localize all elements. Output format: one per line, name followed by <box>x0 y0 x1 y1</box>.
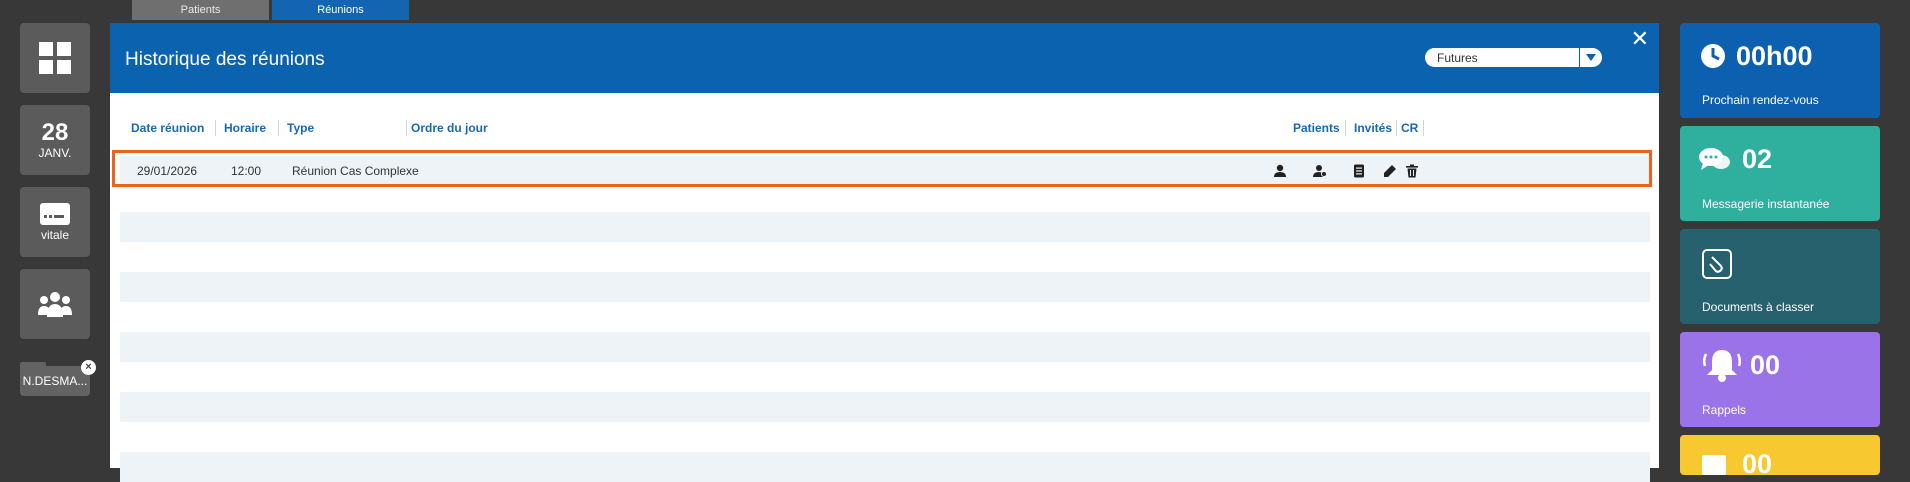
col-cr[interactable]: CR <box>1401 120 1424 136</box>
documents-label: Documents à classer <box>1702 300 1815 314</box>
chevron-down-icon[interactable] <box>1579 48 1602 67</box>
tile-rendez-vous[interactable]: 00h00 Prochain rendez-vous <box>1680 23 1880 118</box>
users-group-icon <box>38 292 72 317</box>
table-header: Date réunion Horaire Type Ordre du jour … <box>110 120 1659 136</box>
messagerie-label: Messagerie instantanée <box>1702 197 1830 211</box>
tab-reunions[interactable]: Réunions <box>272 0 409 20</box>
date-button[interactable]: 28 JANV. <box>20 105 90 175</box>
rappels-label: Rappels <box>1702 403 1747 417</box>
grid-icon <box>39 42 71 74</box>
col-type[interactable]: Type <box>287 120 407 136</box>
empty-row <box>120 392 1650 422</box>
paperclip-document-icon <box>1702 249 1732 279</box>
folder-close-icon[interactable]: × <box>81 360 96 375</box>
close-icon[interactable]: ✕ <box>1631 28 1649 50</box>
filter-select[interactable]: Futures <box>1425 48 1602 67</box>
empty-row <box>120 272 1650 302</box>
messagerie-value: 02 <box>1742 144 1773 174</box>
groups-button[interactable] <box>20 269 90 339</box>
col-patients[interactable]: Patients <box>1293 120 1346 136</box>
rdv-label: Prochain rendez-vous <box>1702 93 1819 107</box>
empty-row <box>120 452 1650 482</box>
dashboard-button[interactable] <box>20 23 90 93</box>
selected-row-highlight <box>112 150 1652 187</box>
date-day: 28 <box>41 119 69 146</box>
top-tabs: Patients Réunions <box>132 0 409 20</box>
calendar-icon <box>1702 455 1726 475</box>
date-month: JANV. <box>38 146 72 160</box>
chat-icon <box>1699 148 1730 170</box>
tile-messagerie[interactable]: 02 Messagerie instantanée <box>1680 126 1880 221</box>
bell-icon <box>1702 350 1742 382</box>
reunions-modal: Historique des réunions Futures ✕ Date r… <box>110 23 1659 482</box>
empty-row <box>120 212 1650 242</box>
tile-documents[interactable]: Documents à classer <box>1680 229 1880 324</box>
col-ordre[interactable]: Ordre du jour <box>411 120 611 136</box>
modal-header: Historique des réunions Futures ✕ <box>110 23 1659 93</box>
empty-row <box>120 332 1650 362</box>
col-date[interactable]: Date réunion <box>131 120 216 136</box>
col-horaire[interactable]: Horaire <box>224 120 279 136</box>
card-icon <box>40 202 70 225</box>
tab-patients[interactable]: Patients <box>132 0 269 20</box>
partial-tile-value: 00 <box>1742 449 1773 479</box>
col-invites[interactable]: Invités <box>1354 120 1397 136</box>
clock-icon <box>1701 44 1725 68</box>
tile-rappels[interactable]: 00 Rappels <box>1680 332 1880 427</box>
rdv-value: 00h00 <box>1736 41 1813 71</box>
folder-label: N.DESMA... <box>20 366 90 396</box>
tile-partial[interactable]: 00 <box>1680 435 1880 479</box>
vitale-label: vitale <box>40 227 69 242</box>
rappels-value: 00 <box>1750 350 1781 380</box>
filter-value: Futures <box>1437 50 1478 65</box>
modal-title: Historique des réunions <box>125 49 325 70</box>
patient-folder[interactable]: N.DESMA... × <box>20 360 96 396</box>
vitale-button[interactable]: vitale <box>20 187 90 257</box>
